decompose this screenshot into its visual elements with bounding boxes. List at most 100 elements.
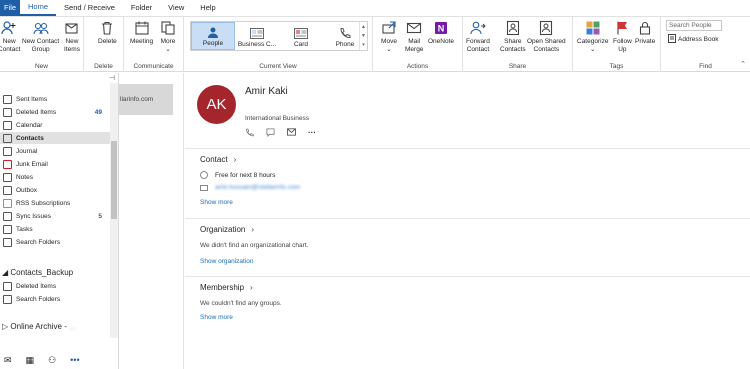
folder-backup-search-folders[interactable]: Search Folders — [0, 293, 110, 305]
folder-backup-deleted-items[interactable]: Deleted Items — [0, 280, 110, 292]
mailbox-contacts-backup[interactable]: ◢ Contacts_Backup — [2, 268, 73, 277]
delete-button[interactable]: Delete — [98, 20, 117, 46]
share-contacts-label-2: Contacts — [500, 46, 526, 53]
folder-junk-email[interactable]: Junk Email — [0, 158, 110, 170]
contact-card-selected[interactable]: llarinfo.com — [119, 84, 173, 115]
membership-message: We couldn't find any groups. — [200, 300, 282, 307]
share-contacts-button[interactable]: Share Contacts — [500, 20, 526, 54]
move-chevron-icon: ⌄ — [386, 46, 392, 53]
find-group-label: Find — [699, 63, 712, 70]
move-button[interactable]: Move ⌄ — [381, 20, 397, 54]
organization-section-header[interactable]: Organization › — [200, 225, 254, 234]
communicate-group-label: Communicate — [133, 63, 174, 70]
folder-rss-subscriptions[interactable]: RSS Subscriptions — [0, 197, 110, 209]
follow-up-label-2: Up — [618, 46, 627, 53]
menu-bar: File Home Send / Receive Folder View Hel… — [0, 0, 750, 17]
email-row[interactable]: amir.hussain@stellarinfo.com — [200, 184, 300, 191]
show-more-link[interactable]: Show more — [200, 199, 233, 206]
tab-folder[interactable]: Folder — [123, 0, 160, 16]
folder-label: Sent Items — [16, 95, 48, 103]
phone-icon[interactable] — [245, 128, 254, 139]
address-book-button[interactable]: Address Book — [668, 34, 718, 45]
actions-group-label: Actions — [406, 63, 429, 70]
people-nav-icon[interactable]: ⚇ — [48, 355, 56, 366]
folder-deleted-items[interactable]: Deleted Items 49 — [0, 106, 110, 118]
folder-scroll-thumb[interactable] — [111, 141, 117, 219]
ribbon: New Contact New Contact Group New Items … — [0, 17, 750, 72]
open-shared-contacts-label-1: Open Shared — [527, 38, 566, 45]
folder-label: Notes — [16, 173, 33, 181]
new-contact-icon — [1, 20, 17, 36]
availability-row: Free for next 8 hours — [200, 171, 275, 179]
folder-notes[interactable]: Notes — [0, 171, 110, 183]
new-items-button[interactable]: New Items — [64, 20, 80, 54]
view-card[interactable]: Card — [279, 22, 323, 50]
folder-contacts[interactable]: Contacts — [0, 132, 110, 144]
ribbon-group-tags: Categorize ⌄ Follow Up Private Tags — [573, 17, 661, 72]
more-actions-icon[interactable]: ··· — [308, 128, 316, 139]
more-button[interactable]: More ⌄ — [160, 20, 176, 54]
new-contact-group-button[interactable]: New Contact Group — [22, 20, 59, 54]
folder-label: Junk Email — [16, 160, 48, 168]
more-apps-icon[interactable]: ••• — [70, 355, 79, 365]
folder-search-folders[interactable]: Search Folders — [0, 236, 110, 248]
open-shared-contacts-button[interactable]: Open Shared Contacts — [527, 20, 566, 54]
show-organization-link[interactable]: Show organization — [200, 258, 253, 265]
contact-section-header[interactable]: Contact › — [200, 155, 236, 164]
folder-outbox[interactable]: Outbox — [0, 184, 110, 196]
new-items-label-1: New — [65, 38, 79, 45]
contact-company: International Business — [245, 115, 309, 122]
unread-count: 49 — [94, 108, 102, 116]
sync-issues-icon — [3, 211, 12, 221]
tab-send-receive[interactable]: Send / Receive — [56, 0, 123, 16]
new-contact-button[interactable]: New Contact — [0, 20, 20, 54]
search-people-input[interactable]: Search People — [666, 20, 722, 31]
folder-sync-issues[interactable]: Sync Issues 5 — [0, 210, 110, 222]
membership-show-more-link[interactable]: Show more — [200, 314, 233, 321]
folder-label: Calendar — [16, 121, 43, 129]
archive-account-suffix: ... — [69, 322, 76, 331]
divider — [185, 276, 750, 277]
folder-label: Deleted Items — [16, 108, 57, 116]
private-button[interactable]: Private — [635, 20, 655, 46]
tab-view[interactable]: View — [160, 0, 192, 16]
follow-up-button[interactable]: Follow Up — [613, 20, 632, 54]
mail-merge-button[interactable]: Mail Merge — [405, 20, 423, 54]
onenote-button[interactable]: N OneNote — [428, 20, 454, 46]
delete-group-label: Delete — [94, 63, 113, 70]
journal-icon — [3, 146, 12, 156]
module-nav: ✉ ▦ ⚇ ••• — [0, 351, 119, 369]
membership-section-header[interactable]: Membership › — [200, 283, 253, 292]
folder-label: RSS Subscriptions — [16, 199, 71, 207]
folder-sent-items[interactable]: Sent Items — [0, 93, 110, 105]
categorize-button[interactable]: Categorize ⌄ — [577, 20, 608, 54]
tab-home[interactable]: Home — [20, 0, 57, 16]
view-gallery-scroll[interactable]: ▲ ▼ ▾ — [359, 22, 367, 50]
menu-file[interactable]: File — [0, 0, 20, 16]
folder-label: Sync Issues — [16, 212, 52, 220]
tab-help[interactable]: Help — [192, 0, 223, 16]
email-icon[interactable] — [287, 128, 296, 139]
pin-pane-icon[interactable]: ⊣ — [109, 74, 115, 82]
calendar-nav-icon[interactable]: ▦ — [26, 355, 35, 366]
contact-group-icon — [33, 20, 49, 36]
folder-scrollbar[interactable] — [110, 83, 118, 338]
view-people[interactable]: People — [191, 22, 235, 50]
forward-contact-button[interactable]: Forward Contact — [466, 20, 490, 54]
chat-icon[interactable] — [266, 128, 275, 139]
search-folder-icon — [3, 294, 12, 304]
folder-tasks[interactable]: Tasks — [0, 223, 110, 235]
junk-email-icon — [3, 159, 12, 169]
folder-journal[interactable]: Journal — [0, 145, 110, 157]
unread-count: 5 — [98, 212, 102, 220]
meeting-button[interactable]: Meeting — [130, 20, 153, 46]
folder-calendar[interactable]: Calendar — [0, 119, 110, 131]
sent-items-icon — [3, 94, 12, 104]
chevron-right-icon: › — [233, 155, 237, 164]
view-business-card[interactable]: Business C... — [235, 22, 279, 50]
email-address[interactable]: amir.hussain@stellarinfo.com — [215, 184, 300, 191]
mailbox-online-archive[interactable]: ▷ Online Archive - ... — [2, 322, 76, 331]
share-group-label: Share — [508, 63, 527, 70]
collapse-ribbon-icon[interactable]: ⌃ — [740, 60, 746, 68]
mail-icon[interactable]: ✉ — [4, 355, 12, 366]
